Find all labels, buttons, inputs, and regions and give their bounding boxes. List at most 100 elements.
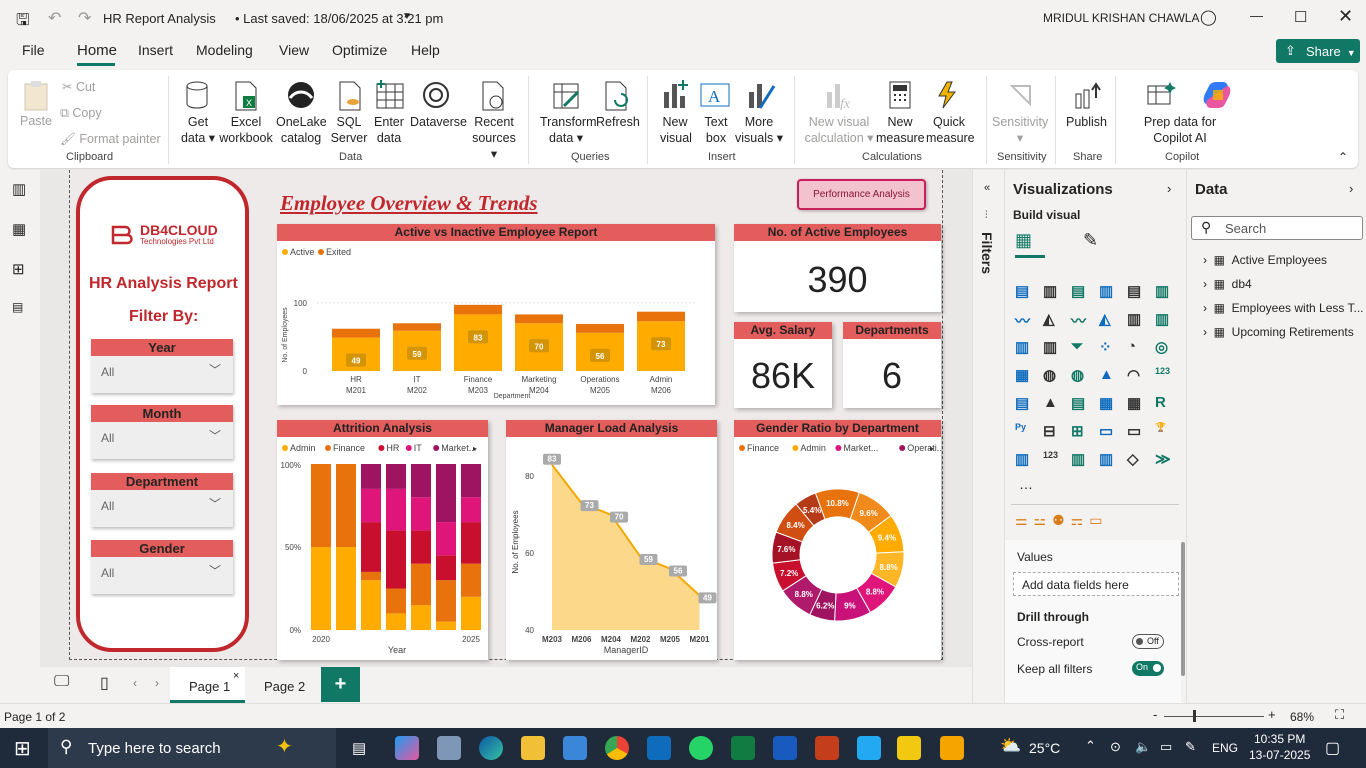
visual-type-icon[interactable]: ▦ [1015, 366, 1033, 384]
publish-button[interactable]: Publish [1066, 114, 1107, 130]
refresh-button[interactable]: Refresh [596, 114, 640, 130]
new-visual-calculation-button[interactable]: New visual calculation ▾ [803, 114, 875, 146]
gender-slicer[interactable]: Gender All ﹀ [91, 540, 233, 594]
chevron-down-icon[interactable]: ▼ [402, 11, 412, 22]
visual-type-icon[interactable]: ⊟ [1043, 422, 1061, 440]
tray-chevron-icon[interactable]: ⌃ [1085, 738, 1096, 754]
redo-icon[interactable]: ↷ [78, 8, 91, 28]
menu-home[interactable]: Home [77, 42, 117, 59]
visual-type-icon[interactable]: 123 [1155, 366, 1173, 384]
task-view-icon[interactable]: ▤ [352, 739, 366, 757]
visual-type-icon[interactable]: ▥ [1155, 310, 1173, 328]
visual-type-icon[interactable]: ▥ [1043, 282, 1061, 300]
transform-data-button[interactable]: Transform data ▾ [540, 114, 597, 146]
collapse-icon[interactable]: › [1167, 181, 1171, 196]
visual-type-icon[interactable]: Py [1015, 422, 1033, 440]
undo-icon[interactable]: ↶ [48, 8, 61, 28]
active-inactive-chart-card[interactable]: Active vs Inactive Employee Report Activ… [277, 224, 715, 405]
visual-type-icon[interactable]: ▥ [1155, 282, 1173, 300]
build-visual-tab[interactable]: ▦ [1015, 230, 1045, 258]
visual-type-icon[interactable]: ⊞ [1071, 422, 1089, 440]
visual-type-icon[interactable]: 🏆 [1155, 422, 1173, 440]
temperature[interactable]: 25°C [1029, 740, 1060, 756]
new-measure-button[interactable]: New measure [876, 114, 925, 146]
prev-page-icon[interactable]: ‹ [133, 676, 137, 690]
network-icon[interactable]: ⊙ [1110, 739, 1121, 755]
onelake-catalog-button[interactable]: OneLake catalog [276, 114, 327, 146]
performance-analysis-button[interactable]: Performance Analysis [797, 179, 926, 210]
close-icon[interactable]: ✕ [1338, 6, 1353, 27]
visual-type-icon[interactable]: ◭ [1043, 310, 1061, 328]
visual-type-icon[interactable]: ▥ [1015, 450, 1033, 468]
notifications-icon[interactable]: ▢ [1325, 738, 1340, 758]
file-explorer-icon[interactable] [521, 736, 545, 760]
menu-modeling[interactable]: Modeling [196, 42, 253, 58]
clock-date[interactable]: 13-07-2025 [1249, 748, 1310, 762]
close-icon[interactable]: × [233, 670, 239, 682]
next-page-icon[interactable]: › [155, 676, 159, 690]
visual-type-icon[interactable]: ≫ [1155, 450, 1173, 468]
cross-report-toggle[interactable]: Off [1132, 634, 1164, 649]
pen-icon[interactable]: ✎ [1185, 739, 1196, 755]
fit-to-page-icon[interactable]: ⛶ [1335, 707, 1344, 723]
recent-sources-button[interactable]: Recent sources ▾ [470, 114, 518, 162]
visual-type-icon[interactable]: ◠ [1127, 366, 1145, 384]
outlook-app-icon[interactable] [647, 736, 671, 760]
visual-type-icon[interactable]: ▭ [1099, 422, 1117, 440]
word-app-icon[interactable] [773, 736, 797, 760]
sensitivity-button[interactable]: Sensitivity ▾ [992, 114, 1048, 146]
visual-type-icon[interactable]: R [1155, 394, 1173, 412]
page-tab-1[interactable]: Page 1 × [170, 667, 245, 703]
save-icon[interactable]: 🖫 [16, 9, 30, 36]
visual-type-icon[interactable]: ◇ [1127, 450, 1145, 468]
dataverse-button[interactable]: Dataverse [410, 114, 467, 130]
visual-type-icon[interactable]: ▥ [1099, 282, 1117, 300]
desktop-layout-icon[interactable]: 🖵 [54, 673, 69, 691]
visual-type-icon[interactable]: 〰 [1015, 310, 1033, 330]
device-icon[interactable]: ▭ [1160, 739, 1172, 755]
zoom-slider-thumb[interactable] [1193, 710, 1196, 722]
menu-file[interactable]: File [22, 42, 45, 58]
report-view-icon[interactable]: ▥ [12, 180, 26, 198]
attrition-chart-card[interactable]: Attrition Analysis Admin Finance HR IT Marke… [277, 420, 488, 660]
windows-start-icon[interactable]: ⊞ [14, 736, 31, 761]
visual-type-icon[interactable]: ◍ [1071, 366, 1089, 384]
model-view-icon[interactable]: ⊞ [12, 260, 25, 278]
account-icon[interactable]: ◯ [1200, 8, 1217, 26]
table-view-icon[interactable]: ▦ [12, 220, 26, 238]
vscode-app-icon[interactable] [857, 736, 881, 760]
chevron-down-icon[interactable]: ﹀ [209, 562, 221, 579]
table-active-employees[interactable]: › ▦ Active Employees [1203, 253, 1327, 267]
format-painter-button[interactable]: 🖌 Format painter [60, 131, 161, 147]
prep-data-copilot-button[interactable]: Prep data for Copilot AI [1124, 114, 1236, 146]
cut-button[interactable]: ✂ Cut [62, 79, 95, 95]
menu-help[interactable]: Help [411, 42, 440, 58]
visual-type-icon[interactable]: ▥ [1015, 338, 1033, 356]
visual-type-icon[interactable]: ▤ [1015, 394, 1033, 412]
chevron-down-icon[interactable]: ﹀ [209, 361, 221, 378]
store-app-icon[interactable] [563, 736, 587, 760]
visual-type-icon[interactable]: ⏷ [1071, 338, 1089, 356]
zoom-out-icon[interactable]: - [1153, 707, 1157, 722]
zoom-level[interactable]: 68% [1290, 710, 1314, 724]
photos-app-icon[interactable] [437, 736, 461, 760]
more-visuals-button[interactable]: More visuals ▾ [735, 114, 783, 146]
powerpoint-app-icon[interactable] [815, 736, 839, 760]
filters-pane[interactable]: « ⫶ Filters [972, 170, 1004, 703]
visual-type-icon[interactable]: ▤ [1127, 282, 1145, 300]
visual-type-icon[interactable]: ▭ [1127, 422, 1145, 440]
custom-visuals-row[interactable]: ⚌⚍⚉⚎▭ [1015, 512, 1165, 532]
paste-button[interactable]: Paste [20, 113, 52, 129]
visual-type-icon[interactable]: ▲ [1099, 366, 1117, 384]
text-box-button[interactable]: Text box [703, 114, 729, 146]
maximize-icon[interactable]: ☐ [1294, 8, 1307, 26]
filters-label[interactable]: Filters [979, 232, 995, 274]
edge-app-icon[interactable] [479, 736, 503, 760]
zoom-slider[interactable] [1164, 716, 1264, 717]
visual-type-icon[interactable]: ▲ [1043, 394, 1061, 412]
table-employees-less[interactable]: › ▦ Employees with Less T... [1203, 301, 1364, 315]
copy-button[interactable]: ⧉ Copy [60, 105, 102, 121]
visual-type-icon[interactable]: ▥ [1071, 450, 1089, 468]
user-name[interactable]: MRIDUL KRISHAN CHAWLA [1043, 11, 1199, 25]
chevron-down-icon[interactable]: ﹀ [209, 427, 221, 444]
